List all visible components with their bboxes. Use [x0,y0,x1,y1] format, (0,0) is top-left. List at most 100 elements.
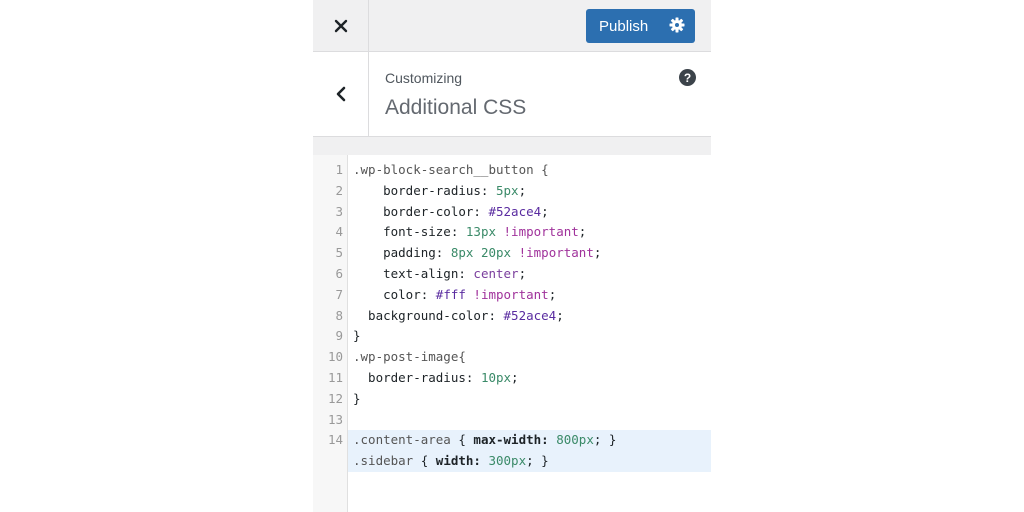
code-token: ; [593,245,602,261]
code-line[interactable]: 1 .wp-block-search__button { [313,160,711,181]
code-token: ; [548,286,557,302]
code-token: 800px [556,432,594,448]
line-number: 10 [327,349,343,365]
code-token: ; } [526,453,549,469]
code-token: center [473,265,519,281]
code-token: ; [541,203,549,219]
chevron-left-icon [336,86,345,102]
code-token: border-color: [353,203,489,219]
back-button[interactable] [313,52,369,136]
code-line[interactable]: 9} [313,326,711,347]
line-number: 8 [335,307,343,323]
publish-label: Publish [599,17,649,35]
code-text: background-color: #52ace4; [348,306,711,327]
gear-icon[interactable] [669,17,685,33]
code-token: 5px [496,182,519,198]
code-token: .wp-post-image{ [353,349,466,365]
code-lines: 1 .wp-block-search__button { 2 border-radi… [313,160,711,472]
code-token: color: [353,286,436,302]
line-number: 12 [327,390,343,406]
code-token: padding: [353,245,451,261]
code-token: !important [496,224,579,240]
breadcrumb: Customizing [385,70,463,86]
line-number: 11 [327,369,343,385]
code-token: background-color: [353,307,504,323]
code-token: text-align: [353,265,474,281]
code-token: 13px [465,224,496,240]
code-line[interactable]: 13 [313,410,711,431]
code-token: ; [578,224,587,240]
customizer-topbar: Publish [313,0,711,52]
code-text: border-radius: 5px; [348,181,711,202]
code-token: ; [556,307,564,323]
code-token: width: [435,453,481,469]
line-number: 4 [335,224,343,240]
help-icon[interactable]: ? [679,69,696,86]
code-text: .wp-post-image{ [348,347,711,368]
code-line[interactable]: 10 .wp-post-image{ [313,347,711,368]
code-token: { [450,432,474,448]
code-line[interactable]: 6 text-align: center; [313,264,711,285]
publish-button[interactable]: Publish [586,9,695,43]
code-text: font-size: 13px !important; [348,222,711,243]
code-token: 8px 20px [450,245,512,261]
line-number: 9 [335,328,343,344]
code-line[interactable]: 14 .content-area { max-width: 800px; } [313,430,711,452]
line-number: 5 [335,245,343,261]
code-token: ; [518,182,527,198]
code-line[interactable]: 11 border-radius: 10px; [313,368,711,389]
code-token: font-size: [353,224,466,240]
code-token: max-width: [473,432,549,448]
line-number: 14 [327,432,343,448]
code-text: border-radius: 10px; [348,368,711,389]
code-token: border-radius: [353,182,496,198]
customizer-panel: Publish Customizing Additional CSS ? 1 .… [313,0,711,512]
code-token: ; [511,369,519,385]
code-token: ; } [593,432,617,448]
code-token: !important [511,245,594,261]
code-token: } [353,328,361,344]
section-header: Customizing Additional CSS ? [313,52,711,137]
code-text: .sidebar { width: 300px; } [348,451,711,472]
code-text: } [348,326,711,347]
line-number: 1 [335,162,343,177]
code-line[interactable]: 7 color: #fff !important; [313,285,711,306]
close-button[interactable] [313,0,369,51]
section-title: Additional CSS [385,96,527,119]
code-line[interactable]: 4 font-size: 13px !important; [313,222,711,243]
code-token: } [353,390,361,406]
code-line[interactable]: 5 padding: 8px 20px !important; [313,243,711,264]
code-text: border-color: #52ace4; [348,202,711,223]
close-icon [334,19,347,32]
css-code-editor[interactable]: 1 .wp-block-search__button { 2 border-radi… [313,155,711,512]
code-token: ; [518,265,527,281]
code-token: border-radius: [353,369,481,385]
code-token: .wp-block-search__button { [353,162,549,177]
line-number: 7 [335,286,343,302]
code-token: #52ace4 [503,307,557,323]
code-token: { [413,453,436,469]
code-text: padding: 8px 20px !important; [348,243,711,264]
code-token: 10px [480,369,512,385]
code-line[interactable]: 12} [313,389,711,410]
code-token: #fff [435,286,466,302]
code-line[interactable]: .sidebar { width: 300px; } [313,451,711,472]
code-line[interactable]: 8 background-color: #52ace4; [313,306,711,327]
code-token: 300px [488,453,527,469]
code-text: color: #fff !important; [348,285,711,306]
line-number: 6 [335,265,343,281]
code-text: text-align: center; [348,264,711,285]
code-text: .content-area { max-width: 800px; } [348,430,711,452]
code-token: !important [465,286,549,302]
code-token: .sidebar [353,453,414,469]
line-number: 3 [335,203,343,219]
code-text: } [348,389,711,410]
code-token: .content-area [353,432,451,448]
code-token: #52ace4 [488,203,542,219]
code-line[interactable]: 3 border-color: #52ace4; [313,202,711,223]
line-number: 13 [327,411,343,427]
code-text: .wp-block-search__button { [348,160,711,181]
code-line[interactable]: 2 border-radius: 5px; [313,181,711,202]
line-number: 2 [335,182,343,198]
